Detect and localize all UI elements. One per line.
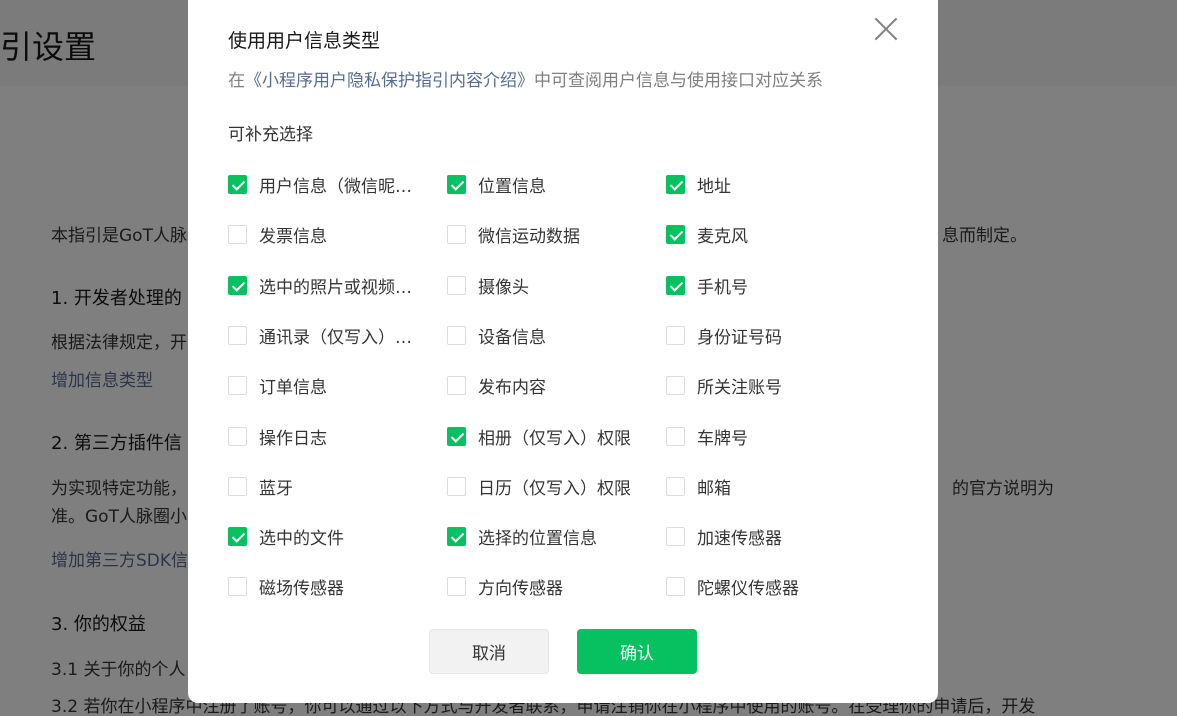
option-checkbox-item[interactable]: 麦克风 — [666, 222, 748, 247]
option-label: 蓝牙 — [259, 478, 293, 499]
option-label: 陀螺仪传感器 — [697, 578, 799, 599]
option-checkbox-item[interactable]: 通讯录（仅写入）权限 — [228, 323, 419, 348]
option-checkbox-item[interactable]: 微信运动数据 — [447, 222, 580, 247]
option-label: 地址 — [697, 176, 731, 197]
option-checkbox-item[interactable]: 剪切板 — [228, 625, 310, 627]
checkbox-unchecked-icon[interactable] — [228, 224, 247, 244]
option-checkbox-item[interactable]: 发票信息 — [228, 222, 327, 247]
option-checkbox-item[interactable]: 所关注账号 — [666, 373, 782, 398]
dialog-title: 使用用户信息类型 — [228, 30, 381, 52]
checkbox-checked-icon[interactable] — [666, 174, 685, 194]
option-checkbox-item[interactable]: 手机号 — [666, 273, 748, 298]
checkbox-checked-icon[interactable] — [228, 174, 247, 194]
checkbox-checked-icon[interactable] — [228, 275, 247, 295]
checkbox-unchecked-icon[interactable] — [447, 476, 466, 496]
checkbox-unchecked-icon[interactable] — [447, 576, 466, 596]
option-checkbox-item[interactable] — [447, 625, 478, 627]
option-label: 所关注账号 — [697, 377, 782, 398]
close-icon[interactable] — [874, 17, 898, 41]
option-checkbox-item[interactable]: 设备信息 — [447, 323, 546, 348]
option-label: 位置信息 — [478, 176, 546, 197]
confirm-button[interactable]: 确认 — [577, 629, 697, 674]
option-label: 手机号 — [697, 277, 748, 298]
options-grid: 用户信息（微信昵称、头像） 位置信息 地址发票信息 微信运动数据 麦克风选中的照片或视频… — [228, 165, 908, 627]
option-label: 摄像头 — [478, 277, 529, 298]
option-checkbox-item[interactable]: 发布内容 — [447, 373, 546, 398]
checkbox-unchecked-icon[interactable] — [447, 275, 466, 295]
checkbox-checked-icon[interactable] — [447, 426, 466, 446]
option-label: 加速传感器 — [697, 528, 782, 549]
option-checkbox-item[interactable]: 日历（仅写入）权限 — [447, 474, 631, 499]
option-label: 通讯录（仅写入）权限 — [259, 327, 419, 348]
info-type-dialog: 使用用户信息类型 在《小程序用户隐私保护指引内容介绍》中可查阅用户信息与使用接口… — [188, 0, 938, 703]
desc-suffix: 中可查阅用户信息与使用接口对应关系 — [534, 71, 823, 91]
option-label: 麦克风 — [697, 226, 748, 247]
checkbox-unchecked-icon[interactable] — [228, 476, 247, 496]
checkbox-checked-icon[interactable] — [447, 174, 466, 194]
option-checkbox-item[interactable]: 操作日志 — [228, 424, 327, 449]
option-checkbox-item[interactable]: 选中的文件 — [228, 524, 344, 549]
checkbox-unchecked-icon[interactable] — [228, 325, 247, 345]
checkbox-unchecked-icon[interactable] — [447, 325, 466, 345]
dialog-description: 在《小程序用户隐私保护指引内容介绍》中可查阅用户信息与使用接口对应关系 — [228, 66, 823, 91]
option-label: 操作日志 — [259, 428, 327, 449]
option-label: 邮箱 — [697, 478, 731, 499]
option-checkbox-item[interactable]: 位置信息 — [447, 172, 546, 197]
checkbox-unchecked-icon[interactable] — [666, 576, 685, 596]
option-checkbox-item[interactable]: 选择的位置信息 — [447, 524, 597, 549]
desc-prefix: 在 — [228, 71, 245, 91]
option-label: 选择的位置信息 — [478, 528, 597, 549]
option-checkbox-item[interactable]: 磁场传感器 — [228, 574, 344, 599]
checkbox-unchecked-icon[interactable] — [447, 224, 466, 244]
option-checkbox-item[interactable]: 摄像头 — [447, 273, 529, 298]
option-label: 剪切板 — [259, 625, 310, 628]
option-checkbox-item[interactable]: 邮箱 — [666, 474, 731, 499]
option-label: 发票信息 — [259, 226, 327, 247]
option-checkbox-item[interactable]: 蓝牙 — [228, 474, 293, 499]
checkbox-checked-icon[interactable] — [666, 224, 685, 244]
option-checkbox-item[interactable]: 身份证号码 — [666, 323, 782, 348]
option-checkbox-item[interactable]: 车牌号 — [666, 424, 748, 449]
checkbox-checked-icon[interactable] — [447, 526, 466, 546]
checkbox-unchecked-icon[interactable] — [666, 375, 685, 395]
option-label: 微信运动数据 — [478, 226, 580, 247]
option-checkbox-item[interactable]: 选中的照片或视频信息 — [228, 273, 419, 298]
option-label: 方向传感器 — [478, 578, 563, 599]
checkbox-unchecked-icon[interactable] — [666, 325, 685, 345]
optional-section-label: 可补充选择 — [228, 125, 313, 145]
option-label: 设备信息 — [478, 327, 546, 348]
option-label: 相册（仅写入）权限 — [478, 428, 631, 449]
option-checkbox-item[interactable]: 陀螺仪传感器 — [666, 574, 799, 599]
option-label: 选中的照片或视频信息 — [259, 277, 419, 298]
checkbox-unchecked-icon[interactable] — [666, 526, 685, 546]
option-checkbox-item[interactable]: 方向传感器 — [447, 574, 563, 599]
option-checkbox-item[interactable]: 加速传感器 — [666, 524, 782, 549]
option-checkbox-item[interactable]: 用户信息（微信昵称、头像） — [228, 172, 419, 197]
checkbox-unchecked-icon[interactable] — [666, 476, 685, 496]
checkbox-unchecked-icon[interactable] — [666, 426, 685, 446]
option-label: 日历（仅写入）权限 — [478, 478, 631, 499]
checkbox-unchecked-icon[interactable] — [228, 576, 247, 596]
option-checkbox-item[interactable]: 地址 — [666, 172, 731, 197]
checkbox-unchecked-icon[interactable] — [447, 375, 466, 395]
checkbox-checked-icon[interactable] — [228, 526, 247, 546]
option-label: 车牌号 — [697, 428, 748, 449]
option-label: 身份证号码 — [697, 327, 782, 348]
cancel-button[interactable]: 取消 — [429, 629, 549, 674]
option-label: 用户信息（微信昵称、头像） — [259, 176, 419, 197]
option-label: 选中的文件 — [259, 528, 344, 549]
option-label: 磁场传感器 — [259, 578, 344, 599]
checkbox-checked-icon[interactable] — [666, 275, 685, 295]
checkbox-unchecked-icon[interactable] — [228, 426, 247, 446]
option-label: 发布内容 — [478, 377, 546, 398]
checkbox-unchecked-icon[interactable] — [228, 375, 247, 395]
option-checkbox-item[interactable]: 相册（仅写入）权限 — [447, 424, 631, 449]
option-checkbox-item[interactable]: 订单信息 — [228, 373, 327, 398]
privacy-guide-link[interactable]: 《小程序用户隐私保护指引内容介绍》 — [245, 71, 534, 91]
option-label: 订单信息 — [259, 377, 327, 398]
